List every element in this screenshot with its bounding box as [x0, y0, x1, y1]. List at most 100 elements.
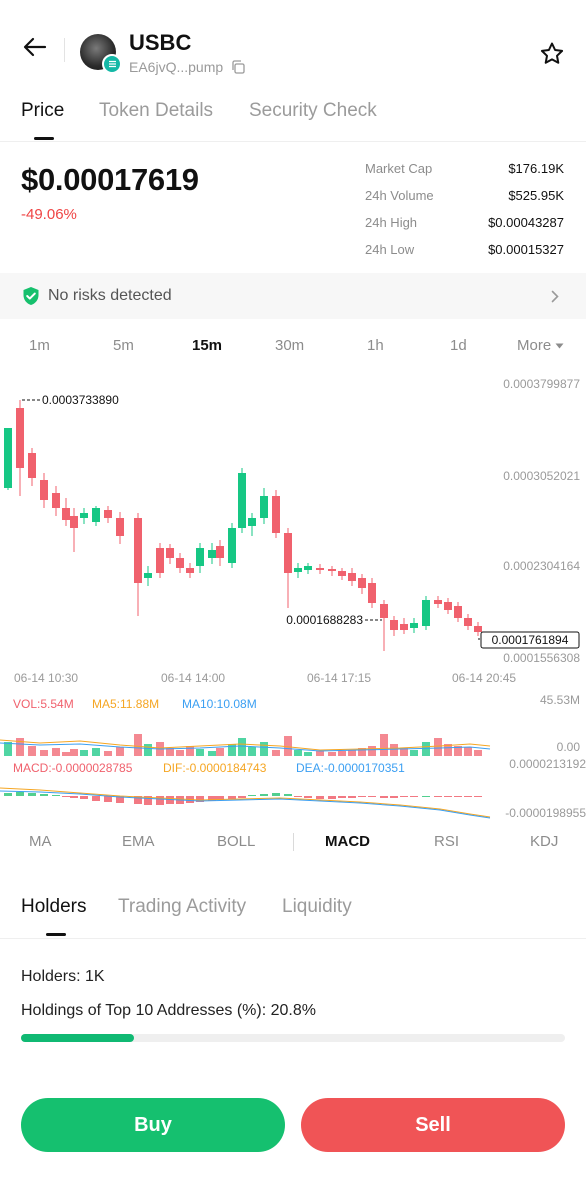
tab-price[interactable]: Price	[21, 100, 64, 122]
volume-bar	[16, 738, 24, 756]
candle-body	[4, 428, 12, 488]
macd-bar	[260, 794, 268, 796]
volume-bar	[304, 752, 312, 756]
volume-bars	[4, 734, 482, 756]
candle-body	[70, 516, 78, 528]
candle-body	[304, 566, 312, 570]
interval-1m[interactable]: 1m	[29, 337, 50, 354]
macd-label: MACD:-0.0000028785	[13, 761, 133, 775]
macd-bar	[304, 796, 312, 798]
candle-body	[294, 568, 302, 572]
macd-bar	[248, 795, 256, 796]
high-marker: 0.0003733890	[42, 393, 119, 407]
candle-body	[248, 518, 256, 526]
tab-security-check[interactable]: Security Check	[249, 100, 377, 122]
back-arrow-icon	[23, 37, 47, 57]
top10-progress-track	[21, 1034, 565, 1042]
interval-more[interactable]: More	[517, 337, 564, 354]
copy-icon[interactable]	[231, 60, 245, 74]
tab-token-details[interactable]: Token Details	[99, 100, 213, 122]
candle-body	[434, 600, 442, 604]
indicator-rsi[interactable]: RSI	[434, 833, 459, 850]
interval-1d[interactable]: 1d	[450, 337, 467, 354]
macd-bar	[80, 796, 88, 799]
macd-bar	[70, 796, 78, 798]
candle-body	[104, 510, 112, 518]
interval-1h[interactable]: 1h	[367, 337, 384, 354]
volume-bar	[434, 738, 442, 756]
macd-bar	[40, 794, 48, 796]
candle-body	[328, 569, 336, 571]
candle-body	[28, 453, 36, 478]
volume-bar	[294, 750, 302, 756]
indicator-ma[interactable]: MA	[29, 833, 52, 850]
volume-bar	[284, 736, 292, 756]
macd-bottom-label: -0.0000198955	[505, 806, 586, 820]
indicator-boll[interactable]: BOLL	[217, 833, 255, 850]
vol-label: VOL:5.54M	[13, 697, 74, 711]
holders-count: Holders: 1K	[21, 968, 105, 985]
risk-text: No risks detected	[48, 287, 172, 304]
token-name: USBC	[129, 30, 192, 55]
macd-bar	[422, 796, 430, 797]
header-divider	[64, 38, 65, 62]
candle-body	[444, 602, 452, 610]
interval-30m[interactable]: 30m	[275, 337, 304, 354]
buy-button[interactable]: Buy	[21, 1098, 285, 1152]
volume-bar	[52, 748, 60, 756]
dif-label: DIF:-0.0000184743	[163, 761, 267, 775]
stat-label-market-cap: Market Cap	[365, 161, 433, 176]
tab-liquidity[interactable]: Liquidity	[282, 896, 352, 918]
indicator-ema[interactable]: EMA	[122, 833, 155, 850]
volume-bar	[368, 746, 376, 756]
volume-bar	[248, 747, 256, 756]
macd-bar	[338, 796, 346, 798]
stat-value-market-cap: $176.19K	[508, 161, 564, 176]
back-button[interactable]	[18, 30, 52, 64]
candle-body	[410, 623, 418, 628]
macd-bar	[16, 792, 24, 796]
volume-bar	[464, 747, 472, 756]
volume-bar	[70, 749, 78, 756]
candle-body	[400, 624, 408, 630]
stat-label-24h-low: 24h Low	[365, 242, 415, 257]
tabs-divider	[0, 141, 586, 142]
stat-value-24h-volume: $525.95K	[508, 188, 564, 203]
volume-bar	[144, 744, 152, 756]
tab-holders[interactable]: Holders	[21, 896, 86, 918]
risk-banner[interactable]: No risks detected	[0, 273, 586, 319]
candle-body	[422, 600, 430, 626]
candle-body	[348, 573, 356, 581]
top10-holdings: Holdings of Top 10 Addresses (%): 20.8%	[21, 1002, 316, 1019]
macd-bar	[4, 793, 12, 796]
macd-bar	[474, 796, 482, 797]
shield-check-icon	[23, 287, 39, 305]
y-tick-2: 0.0003052021	[503, 469, 580, 483]
dif-line	[0, 787, 491, 818]
interval-15m[interactable]: 15m	[192, 337, 222, 354]
candle-body	[358, 578, 366, 588]
candle-body	[156, 548, 164, 573]
last-price-label: 0.0001761894	[492, 633, 569, 647]
indicator-kdj[interactable]: KDJ	[530, 833, 558, 850]
indicator-macd[interactable]: MACD	[325, 833, 370, 850]
interval-5m[interactable]: 5m	[113, 337, 134, 354]
candle-body	[62, 508, 70, 520]
ma10-label: MA10:10.08M	[182, 697, 257, 711]
candle-body	[368, 583, 376, 603]
macd-bar	[156, 796, 164, 805]
macd-bar	[410, 796, 418, 797]
tab-trading-activity[interactable]: Trading Activity	[118, 896, 246, 918]
candle-body	[272, 496, 280, 533]
volume-bar	[134, 734, 142, 756]
macd-bar	[284, 794, 292, 796]
x-tick-4: 06-14 20:45	[452, 671, 516, 685]
macd-bar	[228, 796, 236, 799]
price-chart[interactable]: 0.0003799877 0.0003052021 0.0002304164 0…	[0, 368, 586, 824]
macd-bar	[390, 796, 398, 798]
macd-bar	[368, 796, 376, 797]
stat-label-24h-high: 24h High	[365, 215, 418, 230]
sell-button[interactable]: Sell	[301, 1098, 565, 1152]
stat-label-24h-volume: 24h Volume	[365, 188, 434, 203]
star-icon[interactable]	[538, 40, 566, 68]
